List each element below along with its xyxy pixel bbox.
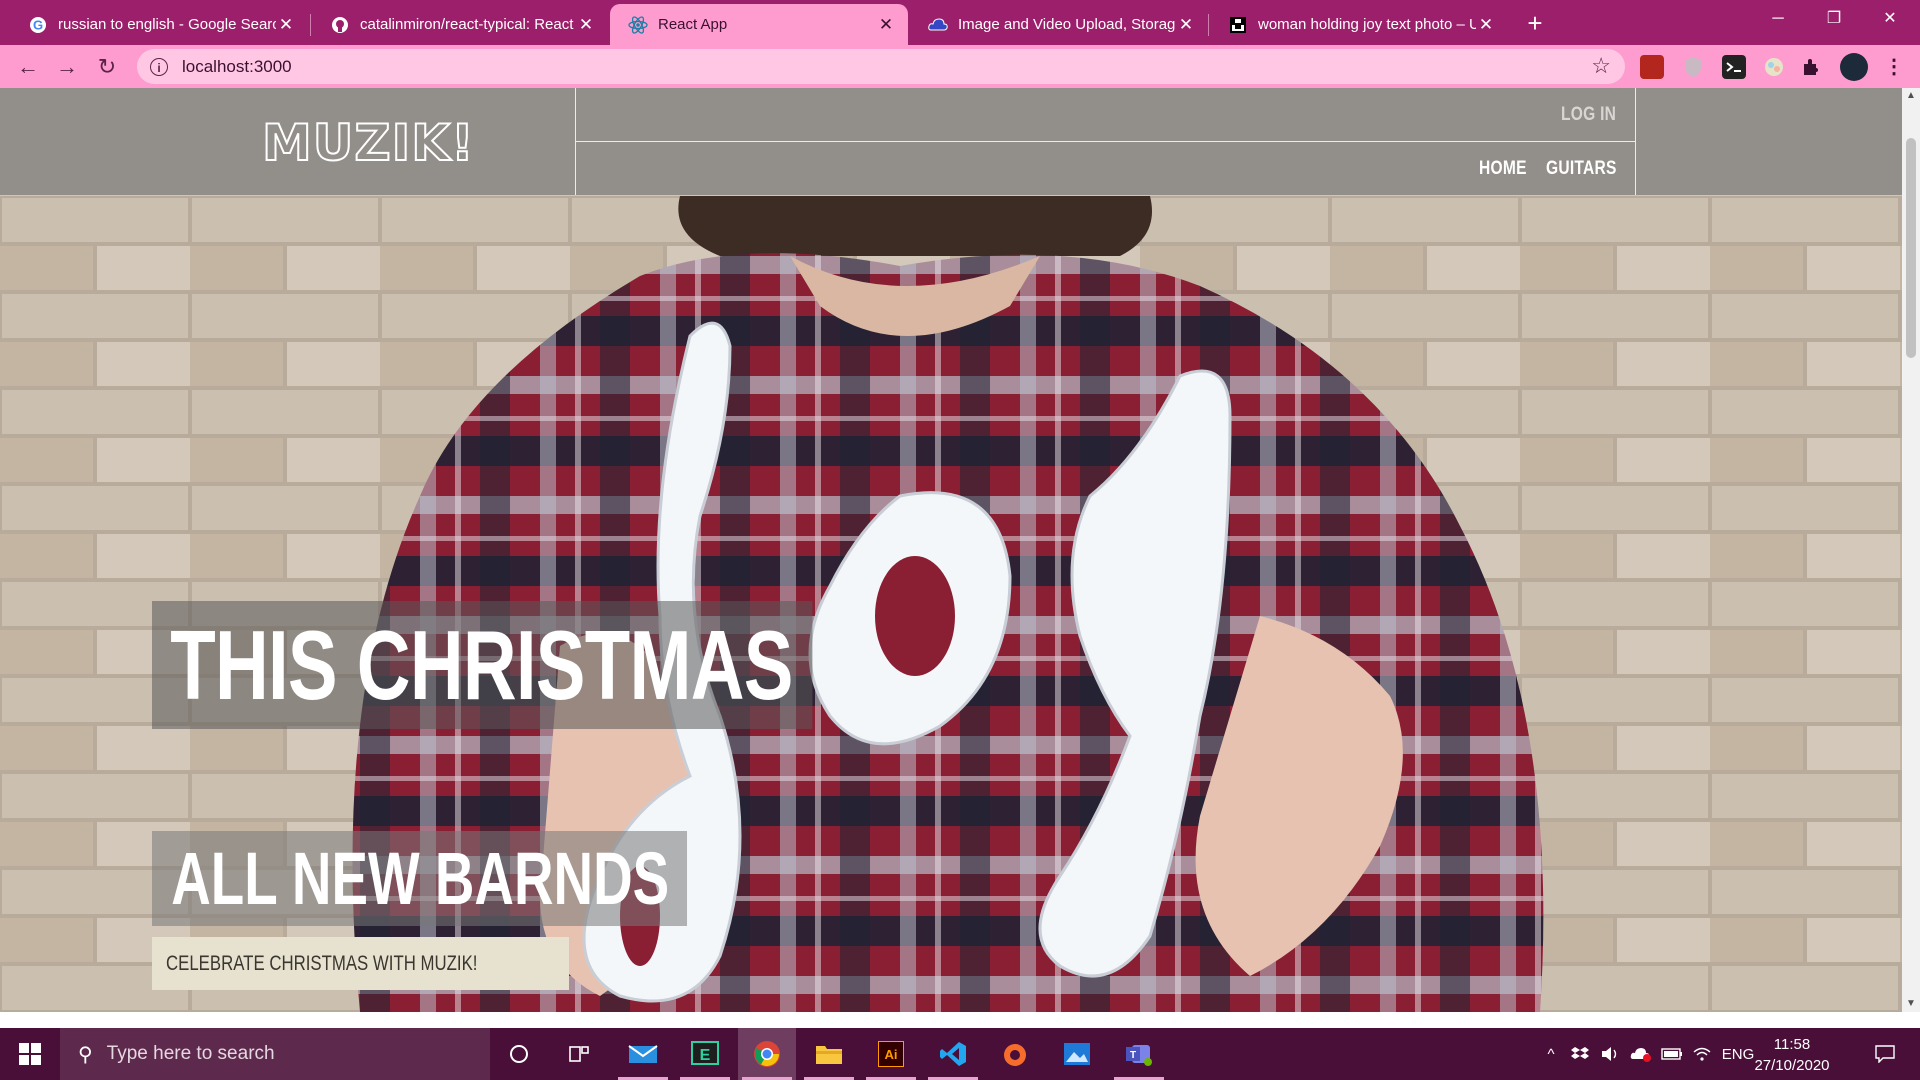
terminal-app-icon[interactable]: E	[676, 1028, 734, 1080]
site-info-icon[interactable]: i	[150, 57, 168, 76]
tab-separator	[1208, 14, 1209, 36]
restore-button[interactable]: ❐	[1806, 0, 1862, 40]
forward-button[interactable]: →	[51, 51, 83, 83]
tab-cloudinary[interactable]: Image and Video Upload, Storage ✕	[910, 4, 1208, 45]
close-icon[interactable]: ✕	[276, 15, 296, 35]
svg-text:G: G	[33, 17, 43, 32]
svg-text:T: T	[1130, 1050, 1136, 1061]
color-extension-icon[interactable]	[1762, 55, 1786, 79]
start-button[interactable]	[0, 1028, 60, 1080]
vscode-app-icon[interactable]	[924, 1028, 982, 1080]
hero-banner: THIS CHRISTMAS ALL NEW BARNDS CELEBRATE …	[0, 196, 1902, 1012]
notifications-icon[interactable]	[1864, 1028, 1906, 1080]
tab-separator	[310, 14, 311, 36]
clock-time: 11:58	[1773, 1036, 1811, 1053]
page-scrollbar[interactable]: ▲ ▼	[1902, 88, 1920, 1012]
close-icon[interactable]: ✕	[1176, 15, 1196, 35]
cta-label: CELEBRATE CHRISTMAS WITH MUZIK!	[166, 952, 478, 975]
pdf-extension-icon[interactable]	[1640, 55, 1664, 79]
minimize-button[interactable]: ─	[1750, 0, 1806, 40]
celebrate-christmas-button[interactable]: CELEBRATE CHRISTMAS WITH MUZIK!	[152, 937, 570, 990]
show-hidden-icons-icon[interactable]: ^	[1538, 1028, 1564, 1080]
nav-guitars-link[interactable]: GUITARS	[1546, 158, 1617, 180]
github-icon	[330, 15, 350, 35]
hero-title: THIS CHRISTMAS	[152, 601, 813, 729]
scrollbar-thumb[interactable]	[1906, 138, 1916, 358]
close-window-button[interactable]: ✕	[1862, 0, 1918, 40]
tab-title: russian to english - Google Search	[58, 16, 276, 33]
google-icon: G	[28, 15, 48, 35]
scroll-up-icon[interactable]: ▲	[1902, 88, 1920, 104]
wifi-icon[interactable]	[1688, 1028, 1716, 1080]
browser-tab-strip: G russian to english - Google Search ✕ c…	[0, 0, 1920, 45]
browser-menu-icon[interactable]: ⋮	[1884, 53, 1904, 81]
mail-app-icon[interactable]	[614, 1028, 672, 1080]
system-clock[interactable]: 11:58 27/10/2020	[1752, 1034, 1832, 1076]
cloudinary-icon	[928, 15, 948, 35]
taskbar-search-input[interactable]: ⚲ Type here to search	[60, 1028, 490, 1080]
tab-title: woman holding joy text photo – Unsplash	[1258, 16, 1476, 33]
tab-title: React App	[658, 16, 728, 33]
tab-title: Image and Video Upload, Storage	[958, 16, 1176, 33]
reload-icon: ↻	[97, 54, 117, 79]
tab-google-search[interactable]: G russian to english - Google Search ✕	[10, 4, 308, 45]
reload-button[interactable]: ↻	[91, 51, 123, 83]
search-placeholder: Type here to search	[106, 1043, 275, 1064]
back-button[interactable]: ←	[12, 51, 44, 83]
clock-date: 27/10/2020	[1754, 1057, 1830, 1074]
tab-title: catalinmiron/react-typical: React	[360, 16, 574, 33]
file-explorer-icon[interactable]	[800, 1028, 858, 1080]
url-text[interactable]: localhost:3000	[182, 57, 292, 77]
tab-react-app[interactable]: React App ✕	[610, 4, 908, 45]
windows-taskbar: ⚲ Type here to search E Ai T ^ ENG 11:58…	[0, 1028, 1920, 1080]
puzzle-extensions-icon[interactable]	[1800, 55, 1824, 79]
site-header: MUZIK! LOG IN HOME GUITARS	[0, 88, 1902, 196]
new-tab-button[interactable]: +	[1518, 6, 1552, 40]
hero-subtitle: ALL NEW BARNDS	[152, 831, 687, 926]
tab-unsplash[interactable]: woman holding joy text photo – Unsplash …	[1210, 4, 1508, 45]
origin-app-icon[interactable]	[986, 1028, 1044, 1080]
web-page: MUZIK! LOG IN HOME GUITARS THIS CHRISTMA…	[0, 88, 1902, 1012]
svg-text:E: E	[700, 1047, 711, 1064]
react-icon	[628, 15, 648, 35]
task-view-icon[interactable]	[550, 1028, 608, 1080]
site-logo[interactable]: MUZIK!	[261, 113, 475, 173]
unsplash-icon	[1228, 15, 1248, 35]
search-icon: ⚲	[78, 1043, 93, 1066]
bookmark-star-icon[interactable]: ☆	[1591, 53, 1611, 79]
logo-cell: MUZIK!	[0, 88, 576, 195]
tab-github[interactable]: catalinmiron/react-typical: React ✕	[312, 4, 608, 45]
profile-avatar[interactable]	[1840, 53, 1868, 81]
terminal-extension-icon[interactable]	[1722, 55, 1746, 79]
nav-home-link[interactable]: HOME	[1479, 158, 1527, 180]
cortana-icon[interactable]	[490, 1028, 548, 1080]
battery-icon[interactable]	[1658, 1028, 1686, 1080]
volume-icon[interactable]	[1596, 1028, 1624, 1080]
chrome-app-icon[interactable]	[738, 1028, 796, 1080]
dropbox-icon[interactable]	[1566, 1028, 1594, 1080]
shield-extension-icon[interactable]	[1681, 55, 1705, 79]
back-arrow-icon: ←	[17, 54, 39, 79]
address-bar[interactable]: i localhost:3000 ☆	[137, 49, 1625, 84]
teams-app-icon[interactable]: T	[1110, 1028, 1168, 1080]
close-icon[interactable]: ✕	[1476, 15, 1496, 35]
photos-app-icon[interactable]	[1048, 1028, 1106, 1080]
nav-divider	[575, 141, 1635, 142]
login-link[interactable]: LOG IN	[1561, 104, 1616, 126]
close-icon[interactable]: ✕	[576, 15, 596, 35]
forward-arrow-icon: →	[56, 54, 78, 79]
browser-toolbar: ← → ↻ i localhost:3000 ☆ ⋮	[0, 45, 1920, 88]
windows-logo-icon	[19, 1043, 41, 1065]
onedrive-error-icon[interactable]	[1626, 1028, 1656, 1080]
illustrator-app-icon[interactable]: Ai	[862, 1028, 920, 1080]
scroll-down-icon[interactable]: ▼	[1902, 996, 1920, 1012]
close-icon[interactable]: ✕	[876, 15, 896, 35]
svg-text:Ai: Ai	[885, 1047, 898, 1062]
